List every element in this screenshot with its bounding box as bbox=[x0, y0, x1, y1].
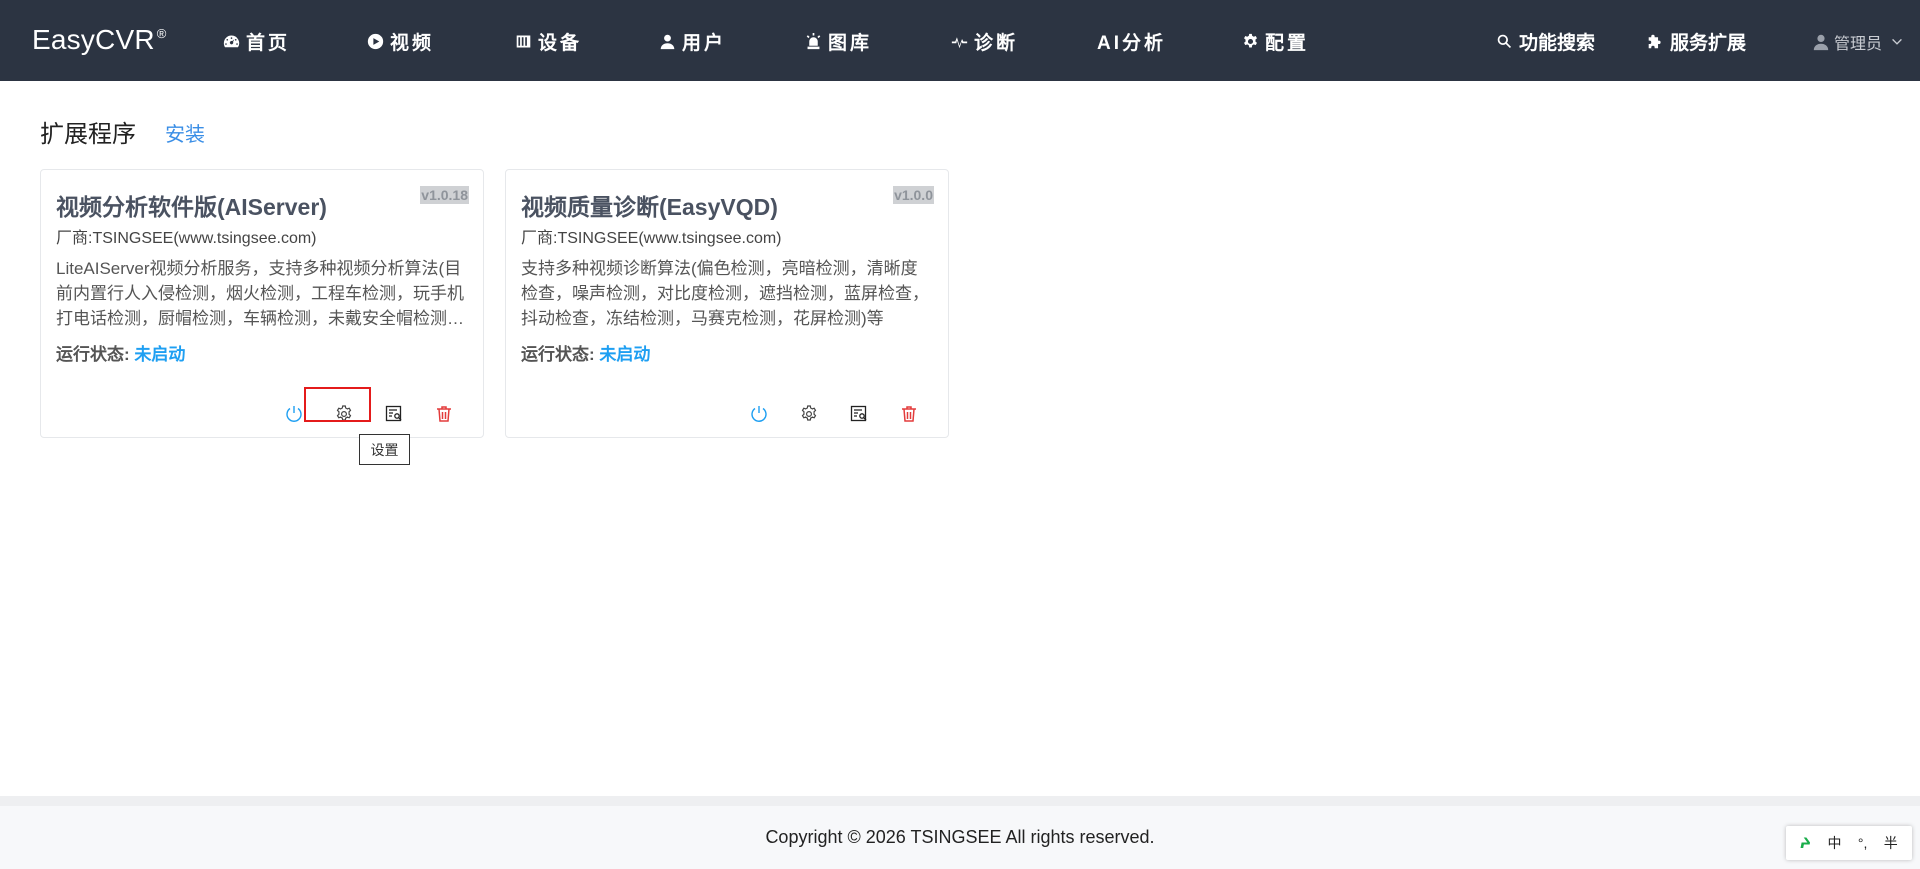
power-icon bbox=[286, 406, 302, 422]
trash-icon bbox=[437, 406, 451, 422]
copyright-text: Copyright © 2026 TSINGSEE All rights res… bbox=[765, 827, 1155, 847]
document-search-icon bbox=[850, 405, 867, 422]
settings-button[interactable] bbox=[797, 402, 821, 426]
dashboard-icon bbox=[222, 32, 240, 50]
run-status-value: 未启动 bbox=[599, 345, 651, 364]
ime-logo-icon: ᔨ bbox=[1800, 834, 1812, 851]
extension-vendor: 厂商:TSINGSEE(www.tsingsee.com) bbox=[521, 230, 782, 247]
nav-item-feature-search[interactable]: 功能搜索 bbox=[1495, 28, 1595, 54]
page-title: 扩展程序 bbox=[40, 121, 136, 148]
extension-name: 视频分析软件版(AIServer) bbox=[56, 194, 327, 220]
device-icon bbox=[514, 32, 532, 50]
nav-label: 用户 bbox=[682, 32, 727, 54]
settings-tooltip: 设置 bbox=[359, 434, 410, 465]
nav-item-home[interactable]: 首页 bbox=[222, 28, 290, 54]
delete-button[interactable] bbox=[432, 402, 456, 426]
extension-name: 视频质量诊断(EasyVQD) bbox=[521, 194, 778, 220]
play-circle-icon bbox=[366, 32, 384, 50]
nav-item-ai-analysis[interactable]: AI分析 bbox=[1097, 28, 1166, 54]
nav-label: 配置 bbox=[1265, 32, 1310, 54]
document-search-icon bbox=[385, 405, 402, 422]
user-name: 管理员 bbox=[1833, 36, 1882, 53]
brand-registered-mark: ® bbox=[156, 26, 167, 41]
nav-item-service-extension[interactable]: 服务扩展 bbox=[1646, 28, 1746, 54]
run-status: 运行状态: 未启动 bbox=[56, 340, 185, 365]
footer: Copyright © 2026 TSINGSEE All rights res… bbox=[0, 796, 1920, 869]
delete-button[interactable] bbox=[897, 402, 921, 426]
ime-width[interactable]: 半 bbox=[1884, 833, 1898, 853]
log-button[interactable] bbox=[382, 402, 406, 426]
ime-mode[interactable]: 中 bbox=[1827, 833, 1841, 853]
nav-label: 视频 bbox=[390, 32, 435, 54]
gear-icon bbox=[801, 405, 817, 421]
power-icon bbox=[751, 406, 767, 422]
start-button[interactable] bbox=[747, 402, 771, 426]
nav-item-device[interactable]: 设备 bbox=[514, 28, 582, 54]
ime-punctuation[interactable]: °, bbox=[1858, 835, 1868, 851]
search-icon bbox=[1495, 32, 1513, 50]
chevron-down-icon bbox=[1892, 38, 1902, 45]
nav-label: 诊断 bbox=[974, 32, 1019, 54]
alarm-light-icon bbox=[804, 32, 822, 50]
nav-item-diagnose[interactable]: 诊断 bbox=[950, 28, 1018, 54]
gear-icon bbox=[1241, 32, 1259, 50]
user-icon bbox=[658, 32, 676, 50]
extension-description: 支持多种视频诊断算法(偏色检测，亮暗检测，清晰度检查，噪声检测，对比度检测，遮挡… bbox=[521, 259, 929, 328]
run-status-label: 运行状态: bbox=[56, 345, 130, 364]
extension-card-easyvqd: 视频质量诊断(EasyVQD) v1.0.0 厂商:TSINGSEE(www.t… bbox=[505, 169, 949, 438]
extension-card-aiserver: 视频分析软件版(AIServer) v1.0.18 厂商:TSINGSEE(ww… bbox=[40, 169, 484, 438]
log-button[interactable] bbox=[847, 402, 871, 426]
nav-label: 首页 bbox=[246, 32, 291, 54]
nav-label: 设备 bbox=[538, 32, 583, 54]
user-menu[interactable]: 管理员 bbox=[1812, 30, 1904, 54]
settings-highlight-box bbox=[304, 387, 371, 422]
heartbeat-icon bbox=[950, 32, 968, 50]
install-link[interactable]: 安装 bbox=[165, 118, 205, 147]
nav-label: 功能搜索 bbox=[1519, 32, 1596, 54]
nav-item-user[interactable]: 用户 bbox=[658, 28, 726, 54]
card-actions bbox=[41, 402, 485, 426]
trash-icon bbox=[902, 406, 916, 422]
card-actions bbox=[506, 402, 950, 426]
brand-name: EasyCVR bbox=[32, 24, 155, 55]
nav-item-gallery[interactable]: 图库 bbox=[804, 28, 872, 54]
top-navbar: EasyCVR ® 首页 视频 设备 用户 图库 诊断 AI分析 配置 功能搜索 … bbox=[0, 0, 1920, 81]
version-badge: v1.0.0 bbox=[893, 186, 934, 204]
nav-item-config[interactable]: 配置 bbox=[1241, 28, 1309, 54]
nav-label: 服务扩展 bbox=[1670, 32, 1747, 54]
version-badge: v1.0.18 bbox=[420, 186, 469, 204]
run-status-value: 未启动 bbox=[134, 345, 186, 364]
ime-toolbar[interactable]: ᔨ 中 °, 半 bbox=[1786, 826, 1912, 860]
extension-vendor: 厂商:TSINGSEE(www.tsingsee.com) bbox=[56, 230, 317, 247]
run-status-label: 运行状态: bbox=[521, 345, 595, 364]
run-status: 运行状态: 未启动 bbox=[521, 340, 650, 365]
user-avatar-icon bbox=[1813, 34, 1829, 51]
brand-logo[interactable]: EasyCVR ® bbox=[32, 24, 167, 56]
puzzle-icon bbox=[1646, 32, 1664, 50]
nav-label: AI分析 bbox=[1097, 32, 1167, 54]
nav-item-video[interactable]: 视频 bbox=[366, 28, 434, 54]
nav-label: 图库 bbox=[828, 32, 873, 54]
start-button[interactable] bbox=[282, 402, 306, 426]
extension-description: LiteAIServer视频分析服务，支持多种视频分析算法(目前内置行人入侵检测… bbox=[56, 259, 464, 328]
